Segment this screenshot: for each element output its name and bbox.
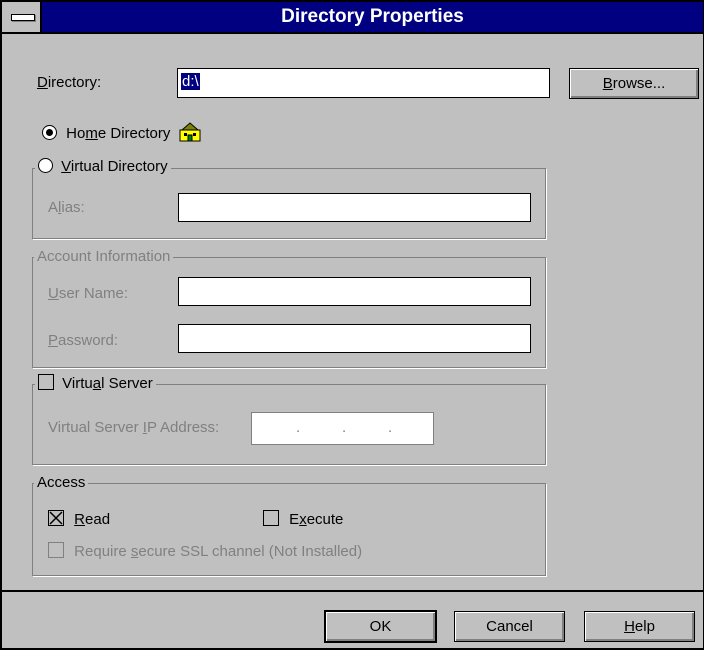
- directory-label: Directory:: [37, 74, 101, 91]
- read-label: Read: [74, 511, 110, 528]
- label-part: rowse...: [612, 75, 666, 92]
- label-part: ias:: [61, 199, 85, 216]
- label-part: P Address:: [146, 419, 220, 436]
- ip-dot: .: [388, 419, 393, 436]
- label-part: elp: [634, 618, 655, 635]
- password-label: Password:: [48, 332, 118, 349]
- secure-ssl-checkbox[interactable]: Require secure SSL channel (Not Installe…: [48, 542, 362, 560]
- label-part: Virtual Server: [48, 419, 143, 436]
- ip-dot: .: [296, 419, 301, 436]
- window-title: Directory Properties: [281, 6, 464, 27]
- label-mnemonic: V: [61, 158, 71, 175]
- label-part: ead: [85, 511, 111, 528]
- virtual-server-group: Virtual Server Virtual Server IP Address…: [32, 374, 546, 465]
- label-part: e Directory: [97, 125, 171, 142]
- password-input[interactable]: [178, 324, 531, 353]
- label-mnemonic: a: [92, 375, 102, 392]
- checkbox-unchecked-icon: [38, 374, 54, 390]
- home-directory-label: Home Directory: [66, 125, 170, 142]
- label-part: Ho: [66, 125, 86, 142]
- label-mnemonic: R: [74, 511, 86, 528]
- label-part: irectory:: [47, 74, 102, 91]
- label-mnemonic: B: [602, 75, 613, 92]
- account-information-title: Account Information: [34, 248, 174, 266]
- read-checkbox[interactable]: Read: [48, 510, 110, 528]
- execute-label: Execute: [289, 511, 343, 528]
- label-part: ser Name:: [58, 285, 129, 302]
- virtual-directory-label: Virtual Directory: [61, 158, 167, 175]
- label-mnemonic: m: [85, 125, 98, 142]
- label-part: Require: [74, 543, 131, 560]
- directory-input[interactable]: d:\: [177, 68, 550, 98]
- dialog-window: Directory Properties Directory: d:\ Brow…: [0, 0, 704, 650]
- virtual-server-label: Virtual Server: [62, 375, 153, 392]
- checkbox-checked-icon: [48, 510, 64, 526]
- label-part: irtual Directory: [70, 158, 168, 175]
- checkbox-unchecked-icon: [263, 510, 279, 526]
- label-mnemonic: H: [624, 618, 635, 635]
- home-folder-icon: [179, 122, 201, 146]
- access-title: Access: [34, 474, 89, 492]
- title-bar[interactable]: Directory Properties: [2, 2, 703, 34]
- label-part: ecure SSL channel (Not Installed): [138, 543, 363, 560]
- user-name-label: User Name:: [48, 285, 128, 302]
- help-button[interactable]: Help: [584, 611, 695, 642]
- virtual-directory-group: Virtual Directory Alias:: [32, 158, 546, 239]
- label-mnemonic: P: [48, 332, 59, 349]
- ip-address-input[interactable]: . . .: [251, 412, 434, 445]
- account-information-group: Account Information User Name: Password:: [32, 248, 546, 368]
- label-part: E: [289, 511, 300, 528]
- checkbox-disabled-icon: [48, 542, 64, 558]
- button-bar-divider: [2, 590, 703, 592]
- radio-unselected-icon: [38, 158, 53, 173]
- virtual-server-checkbox[interactable]: Virtual Server: [35, 374, 156, 392]
- ok-button[interactable]: OK: [324, 610, 437, 643]
- label-part: Virtu: [62, 375, 93, 392]
- execute-checkbox[interactable]: Execute: [263, 510, 343, 528]
- radio-selected-icon: [42, 125, 57, 140]
- cancel-button[interactable]: Cancel: [454, 611, 565, 642]
- label-part: l Server: [101, 375, 153, 392]
- label-mnemonic: U: [48, 285, 59, 302]
- ip-address-label: Virtual Server IP Address:: [48, 419, 219, 436]
- secure-ssl-label: Require secure SSL channel (Not Installe…: [74, 543, 362, 560]
- label-part: ecute: [306, 511, 344, 528]
- label-part: assword:: [58, 332, 119, 349]
- label-part: A: [48, 199, 59, 216]
- access-group: Access Read Execute Require secure SSL c…: [32, 474, 546, 576]
- alias-input[interactable]: [178, 193, 531, 222]
- user-name-input[interactable]: [178, 277, 531, 306]
- browse-button[interactable]: Browse...: [569, 68, 699, 99]
- home-directory-radio[interactable]: Home Directory: [42, 122, 201, 146]
- system-menu-icon: [11, 14, 35, 21]
- label-mnemonic: D: [37, 74, 48, 91]
- label-mnemonic: x: [299, 511, 307, 528]
- virtual-directory-radio[interactable]: Virtual Directory: [35, 158, 171, 176]
- ip-dot: .: [342, 419, 347, 436]
- alias-label: Alias:: [48, 199, 85, 216]
- system-menu-button[interactable]: [2, 2, 42, 32]
- directory-value: d:\: [181, 73, 200, 90]
